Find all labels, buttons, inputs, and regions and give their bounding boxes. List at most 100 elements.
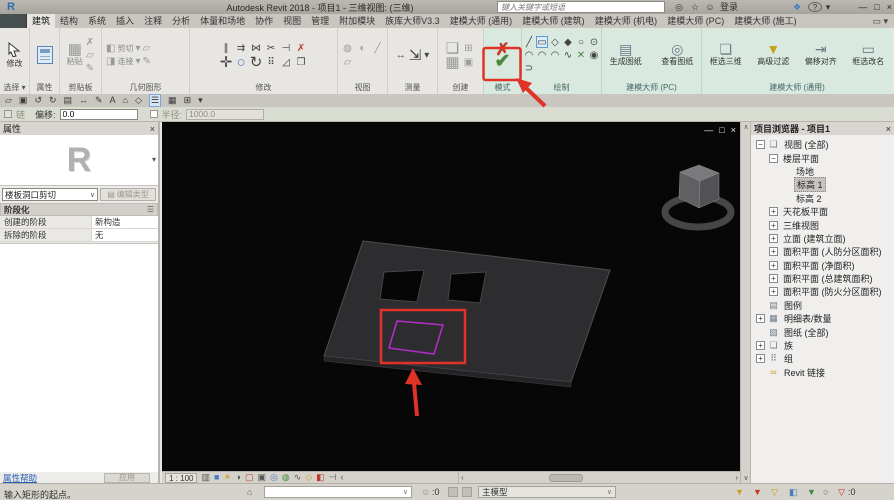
horizontal-scrollbar[interactable]: ‹ › [458, 471, 740, 483]
cope-icon[interactable]: ▱ [142, 43, 150, 54]
offset-icon[interactable]: ⇉ [237, 43, 245, 54]
scale-icon[interactable]: ◿ [282, 57, 290, 68]
tree-item-level-1[interactable]: 标高 1 [751, 177, 894, 193]
tag-icon[interactable]: ◇ [135, 94, 142, 107]
chain-checkbox[interactable] [4, 110, 12, 118]
undo-icon[interactable]: ↺ [34, 94, 42, 107]
radius-input[interactable] [186, 108, 265, 120]
dimension-icon[interactable]: ↔ [396, 50, 406, 61]
favorites-icon[interactable]: ☆ [688, 0, 702, 14]
help-icon[interactable]: ? [808, 2, 822, 12]
tree-item-legends[interactable]: ▤ 图例 [751, 299, 894, 312]
thin-lines-toggle-icon[interactable]: ☰ [148, 94, 162, 107]
tree-item-site[interactable]: 场地 [751, 165, 894, 178]
paste-button[interactable]: ▦ 粘贴 [67, 42, 83, 67]
filter-icon[interactable]: ▽ [838, 487, 845, 498]
property-row[interactable]: 创建的阶段 新构造 [0, 216, 158, 229]
draw-inscribed-polygon-icon[interactable]: ◇ [551, 37, 559, 48]
expand-icon[interactable]: + [769, 207, 778, 217]
expand-icon[interactable]: + [756, 341, 765, 351]
tab-manage[interactable]: 管理 [306, 14, 334, 28]
search-icon[interactable]: ◎ [672, 0, 686, 14]
tree-item-groups[interactable]: + ⠿ 组 [751, 352, 894, 365]
tab-family-master[interactable]: 族库大师V3.3 [380, 14, 445, 28]
measure-icon[interactable]: ⇲ [409, 48, 422, 63]
trim-icon[interactable]: ⊣ [282, 43, 291, 54]
create-assembly-icon[interactable]: ▦ [445, 55, 459, 70]
chevron-down-icon[interactable]: ▾ [424, 50, 429, 61]
finish-sketch-icon[interactable]: ✔ [495, 52, 511, 71]
crop-region-icon[interactable]: ▣ [257, 472, 266, 483]
expand-icon[interactable]: + [769, 260, 778, 270]
modify-tool[interactable]: 修改 [7, 41, 23, 69]
tree-item-revit-links[interactable]: ∞ Revit 链接 [751, 366, 894, 379]
create-parts-icon[interactable]: ▣ [464, 57, 473, 68]
dimension-icon[interactable]: ↔ [79, 94, 88, 107]
radius-checkbox[interactable] [149, 110, 158, 118]
split-icon[interactable]: ✂ [267, 43, 275, 54]
wall-join-icon[interactable]: ✎ [142, 56, 150, 67]
slab-opening-2[interactable] [447, 271, 487, 304]
qat-customize-icon[interactable]: ▾ [198, 94, 203, 107]
match-type-icon[interactable]: ✎ [86, 63, 94, 74]
collapse-icon[interactable]: − [769, 153, 778, 163]
restore-button[interactable]: □ [874, 0, 879, 14]
tree-item-elevations[interactable]: + 立面 (建筑立面) [751, 232, 894, 245]
create-group-icon[interactable]: ❏ [446, 41, 459, 56]
properties-close-icon[interactable]: × [150, 124, 155, 134]
edit-type-button[interactable]: ▤ 编辑类型 [100, 188, 156, 201]
tab-overflow-icon[interactable]: ▭ ▾ [866, 14, 894, 28]
expand-icon[interactable]: + [769, 247, 778, 257]
displaced-elements-icon[interactable]: ◧ [316, 472, 325, 483]
thin-lines-icon[interactable]: ╱ [374, 43, 380, 54]
draw-axis-icon[interactable]: ✕ [577, 50, 585, 61]
drag-on-selection-icon[interactable]: ○ [823, 487, 828, 497]
halftone-icon[interactable]: ◐ [359, 43, 365, 54]
temporary-view-properties-icon[interactable]: ∿ [294, 472, 302, 483]
collapse-icon[interactable]: − [756, 140, 765, 150]
reveal-constraints-icon[interactable]: ⊣ [329, 472, 337, 483]
tree-item-level-2[interactable]: 标高 2 [751, 192, 894, 205]
box-rename-button[interactable]: ▭ 框选改名 [847, 42, 891, 67]
status-button-1[interactable] [448, 487, 458, 497]
crop-view-icon[interactable]: ▢ [245, 472, 254, 483]
type-selector-dropdown[interactable]: 楼板洞口剪切 ∨ [2, 188, 98, 201]
communication-center-icon[interactable]: ❖ [790, 0, 804, 14]
temporary-hide-icon[interactable]: ◎ [270, 472, 278, 483]
view-sheet-button[interactable]: ◎ 查看图纸 [656, 42, 700, 67]
tab-structure[interactable]: 结构 [55, 14, 83, 28]
draw-tangent-arc-icon[interactable]: ◠ [551, 50, 560, 61]
scroll-left-icon[interactable]: ‹ [341, 472, 344, 483]
tree-item-area-civil-defense[interactable]: + 面积平面 (人防分区面积) [751, 245, 894, 258]
tab-mc-mep[interactable]: 建模大师 (机电) [590, 14, 663, 28]
visual-style-icon[interactable]: ■ [214, 472, 219, 483]
tree-item-views[interactable]: − ❑ 视图 (全部) [751, 138, 894, 151]
expand-icon[interactable]: + [769, 287, 778, 297]
align-icon[interactable]: ∥ [224, 43, 229, 54]
tree-item-schedules[interactable]: + ▦ 明细表/数量 [751, 312, 894, 325]
tree-item-area-fire[interactable]: + 面积平面 (防火分区面积) [751, 285, 894, 298]
tab-annotate[interactable]: 注释 [139, 14, 167, 28]
status-button-2[interactable] [462, 487, 472, 497]
model-line-icon[interactable]: ✎ [95, 94, 103, 107]
hide-icon[interactable]: ▱ [344, 57, 352, 68]
minimize-button[interactable]: — [858, 0, 867, 14]
help-menu-icon[interactable]: ▾ [824, 0, 832, 14]
pick-lines-icon[interactable]: ◉ [590, 50, 599, 61]
save-icon[interactable]: ▣ [19, 94, 28, 107]
draw-line-icon[interactable]: ╱ [526, 37, 532, 48]
phasing-section-header[interactable]: 阶段化 ☰ [0, 203, 158, 216]
draw-circle-icon[interactable]: ○ [578, 37, 584, 48]
tab-systems[interactable]: 系统 [83, 14, 111, 28]
box-select-3d-button[interactable]: ❏ 框选三维 [704, 42, 748, 67]
properties-icon[interactable] [36, 46, 53, 64]
property-value[interactable]: 无 [92, 229, 158, 241]
draw-circumscribed-polygon-icon[interactable]: ◆ [564, 37, 572, 48]
close-button[interactable]: × [887, 0, 892, 14]
scrollbar-thumb[interactable] [549, 474, 583, 482]
array-icon[interactable]: ⠿ [267, 57, 274, 68]
property-row[interactable]: 拆除的阶段 无 [0, 229, 158, 242]
tree-item-3d-views[interactable]: + 三维视图 [751, 218, 894, 231]
move-icon[interactable]: ✛ [220, 55, 233, 70]
properties-help-link[interactable]: 属性帮助 [3, 472, 37, 484]
